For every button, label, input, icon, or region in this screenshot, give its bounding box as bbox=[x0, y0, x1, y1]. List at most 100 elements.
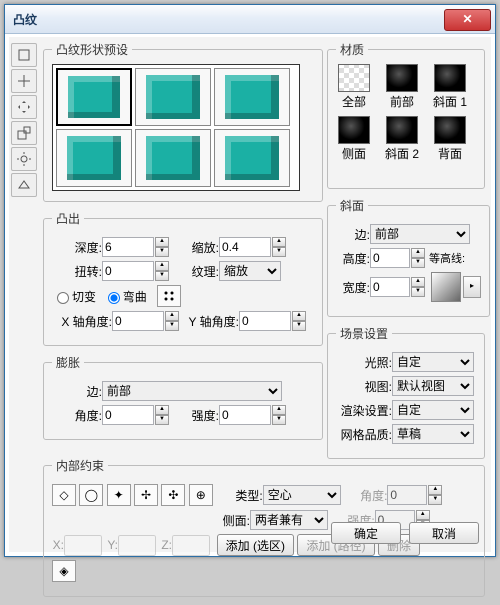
bevel-legend: 斜面 bbox=[336, 197, 368, 214]
bevel-height-input[interactable] bbox=[370, 248, 410, 268]
inflate-angle-input[interactable] bbox=[102, 405, 154, 425]
type-label: 类型: bbox=[223, 487, 263, 504]
y-label: Y: bbox=[102, 538, 118, 552]
bevel-width-label: 宽度: bbox=[336, 279, 370, 296]
bevel-height-spinner[interactable]: ▲▼ bbox=[411, 248, 425, 268]
constraint-icon-1[interactable]: ◇ bbox=[52, 484, 76, 506]
inflate-strength-label: 强度: bbox=[169, 407, 219, 424]
constraint-icon-4[interactable]: ✢ bbox=[134, 484, 158, 506]
material-bevel1[interactable]: 斜面 1 bbox=[432, 64, 468, 110]
inflate-angle-spinner[interactable]: ▲▼ bbox=[155, 405, 169, 425]
inflate-edge-label: 边: bbox=[52, 383, 102, 400]
preset-legend: 凸纹形状预设 bbox=[52, 41, 132, 58]
ok-button[interactable]: 确定 bbox=[331, 522, 401, 544]
inflate-legend: 膨胀 bbox=[52, 354, 84, 371]
constraint-icon-2[interactable]: ◯ bbox=[79, 484, 103, 506]
internal-legend: 内部约束 bbox=[52, 457, 108, 474]
tool-pan[interactable] bbox=[11, 69, 37, 93]
render-combo[interactable]: 自定 bbox=[392, 400, 474, 420]
x-angle-input[interactable] bbox=[112, 311, 164, 331]
inflate-strength-input[interactable] bbox=[219, 405, 271, 425]
material-group: 材质 全部 前部 斜面 1 侧面 斜面 2 背面 bbox=[327, 41, 485, 189]
material-back[interactable]: 背面 bbox=[432, 116, 468, 162]
preset-thumbgrid bbox=[52, 64, 300, 191]
scale-spinner[interactable]: ▲▼ bbox=[272, 237, 286, 257]
mesh-combo[interactable]: 草稿 bbox=[392, 424, 474, 444]
scale-input[interactable] bbox=[219, 237, 271, 257]
constraint-icon-5[interactable]: ✣ bbox=[161, 484, 185, 506]
x-angle-spinner[interactable]: ▲▼ bbox=[165, 311, 179, 331]
z-input bbox=[172, 535, 210, 556]
inflate-strength-spinner[interactable]: ▲▼ bbox=[272, 405, 286, 425]
cancel-button[interactable]: 取消 bbox=[409, 522, 479, 544]
shear-label: 切变 bbox=[72, 288, 96, 305]
material-bevel2[interactable]: 斜面 2 bbox=[384, 116, 420, 162]
contour-more-button[interactable]: ▸ bbox=[463, 276, 481, 298]
int-angle-spinner: ▲▼ bbox=[428, 485, 442, 505]
toolbar-vertical bbox=[9, 41, 39, 199]
preset-thumb[interactable] bbox=[214, 129, 290, 187]
side-label: 侧面: bbox=[210, 512, 250, 529]
twist-spinner[interactable]: ▲▼ bbox=[155, 261, 169, 281]
tool-light[interactable] bbox=[11, 147, 37, 171]
view-combo[interactable]: 默认视图 bbox=[392, 376, 474, 396]
inflate-edge-combo[interactable]: 前部 bbox=[102, 381, 282, 401]
constraint-icon-3[interactable]: ✦ bbox=[107, 484, 131, 506]
material-legend: 材质 bbox=[336, 41, 368, 58]
bevel-width-spinner[interactable]: ▲▼ bbox=[411, 277, 425, 297]
tool-3d-rotate[interactable] bbox=[11, 43, 37, 67]
content-area: 凸纹形状预设 凸出 深度: ▲▼ 缩放: bbox=[43, 41, 485, 548]
titlebar[interactable]: 凸纹 ✕ bbox=[5, 5, 495, 34]
preset-thumb[interactable] bbox=[135, 129, 211, 187]
y-angle-input[interactable] bbox=[239, 311, 291, 331]
extrude-legend: 凸出 bbox=[52, 210, 84, 227]
close-button[interactable]: ✕ bbox=[444, 9, 491, 31]
mesh-label: 网格品质: bbox=[336, 426, 392, 443]
scene-legend: 场景设置 bbox=[336, 325, 392, 342]
bend-label: 弯曲 bbox=[123, 288, 147, 305]
dialog-window: 凸纹 ✕ 凸纹形状预设 bbox=[4, 4, 496, 557]
window-title: 凸纹 bbox=[5, 11, 444, 28]
twist-input[interactable] bbox=[102, 261, 154, 281]
preset-group: 凸纹形状预设 bbox=[43, 41, 323, 202]
preset-thumb[interactable] bbox=[56, 68, 132, 126]
view-label: 视图: bbox=[336, 378, 392, 395]
contour-swatch[interactable] bbox=[431, 272, 461, 302]
material-side[interactable]: 侧面 bbox=[336, 116, 372, 162]
bend-radio[interactable] bbox=[108, 292, 120, 304]
type-combo[interactable]: 空心 bbox=[263, 485, 341, 505]
scale-label: 缩放: bbox=[169, 239, 219, 256]
tool-move[interactable] bbox=[11, 95, 37, 119]
texture-label: 纹理: bbox=[169, 263, 219, 280]
light-label: 光照: bbox=[336, 354, 392, 371]
y-input bbox=[118, 535, 156, 556]
preset-thumb[interactable] bbox=[135, 68, 211, 126]
twist-label: 扭转: bbox=[52, 263, 102, 280]
grid-icon-button[interactable] bbox=[157, 285, 181, 307]
render-label: 渲染设置: bbox=[336, 402, 392, 419]
tool-scale[interactable] bbox=[11, 121, 37, 145]
depth-spinner[interactable]: ▲▼ bbox=[155, 237, 169, 257]
dialog-body: 凸纹形状预设 凸出 深度: ▲▼ 缩放: bbox=[9, 37, 491, 552]
material-front[interactable]: 前部 bbox=[384, 64, 420, 110]
add-selection-button[interactable]: 添加 (选区) bbox=[217, 534, 294, 556]
bevel-height-label: 高度: bbox=[336, 250, 370, 267]
side-combo[interactable]: 两者兼有 bbox=[250, 510, 328, 530]
constraint-icon-6[interactable]: ⊕ bbox=[189, 484, 213, 506]
bevel-width-input[interactable] bbox=[370, 277, 410, 297]
preset-thumb[interactable] bbox=[214, 68, 290, 126]
inflate-angle-label: 角度: bbox=[52, 407, 102, 424]
preset-thumb[interactable] bbox=[56, 129, 132, 187]
bevel-edge-combo[interactable]: 前部 bbox=[370, 224, 470, 244]
texture-combo[interactable]: 缩放 bbox=[219, 261, 281, 281]
material-all[interactable]: 全部 bbox=[336, 64, 372, 110]
tag-icon[interactable]: ◈ bbox=[52, 560, 76, 582]
extrude-group: 凸出 深度: ▲▼ 缩放: ▲▼ 扭转: ▲▼ 纹理: 缩放 bbox=[43, 210, 323, 346]
light-combo[interactable]: 自定 bbox=[392, 352, 474, 372]
shear-radio[interactable] bbox=[57, 292, 69, 304]
y-angle-spinner[interactable]: ▲▼ bbox=[292, 311, 306, 331]
tool-mesh[interactable] bbox=[11, 173, 37, 197]
int-angle-label: 角度: bbox=[347, 487, 387, 504]
z-label: Z: bbox=[156, 538, 172, 552]
depth-input[interactable] bbox=[102, 237, 154, 257]
